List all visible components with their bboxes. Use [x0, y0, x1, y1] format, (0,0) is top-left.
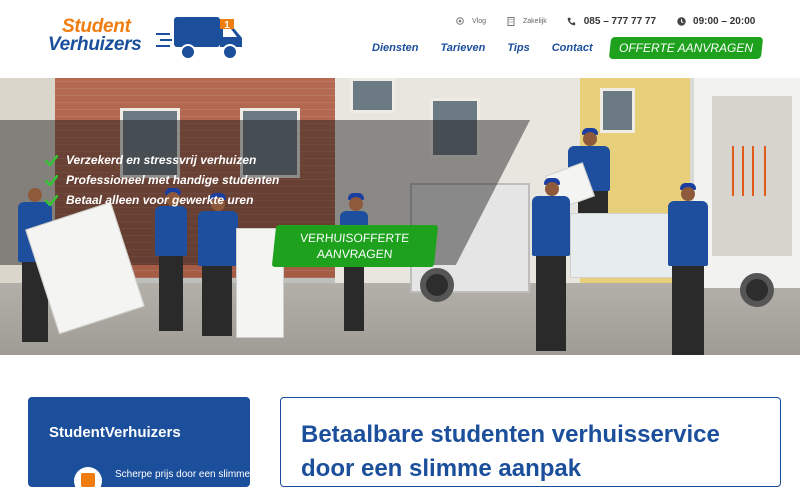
- logo-badge: 1: [224, 20, 230, 31]
- topbar-hours: 09:00 – 20:00: [676, 16, 755, 27]
- logo-text-verhuizers: Verhuizers: [48, 34, 142, 55]
- topbar-hours-label: 09:00 – 20:00: [693, 15, 756, 27]
- topbar-zakelijk[interactable]: Zakelijk: [506, 16, 547, 26]
- hero-cta-line1: VERHUISOFFERTE: [299, 231, 411, 245]
- topbar-vlog-label: Vlog: [472, 17, 487, 25]
- hero-window: [600, 88, 635, 133]
- verhuisofferte-aanvragen-button[interactable]: VERHUISOFFERTE AANVRAGEN: [271, 225, 439, 267]
- hero-feature-text: Betaal alleen voor gewerkte uren: [66, 193, 254, 207]
- logo[interactable]: Student Verhuizers 1: [48, 14, 244, 62]
- hero-feature-list: Verzekerd en stressvrij verhuizen Profes…: [44, 150, 279, 210]
- checkmark-icon: [44, 193, 58, 207]
- clock-icon: [676, 16, 686, 26]
- nav-contact[interactable]: Contact: [552, 42, 593, 54]
- nav-diensten[interactable]: Diensten: [372, 42, 418, 54]
- building-icon: [506, 16, 516, 26]
- topbar-phone-label: 085 – 777 77 77: [583, 15, 657, 27]
- hero-feature-text: Professioneel met handige studenten: [66, 173, 280, 187]
- site-header: Student Verhuizers 1 Vlog Zakelijk 085 –…: [0, 0, 800, 78]
- hero-truck-interior: [712, 96, 792, 256]
- hero-truck-strap: [752, 146, 754, 196]
- sidebar-card: StudentVerhuizers Scherpe prijs door een…: [28, 397, 251, 495]
- hero-truck-wheel: [420, 268, 454, 302]
- hero-wrapped-furniture: [570, 213, 680, 278]
- hero-cta-line2: AANVRAGEN: [316, 247, 394, 261]
- target-icon: [455, 16, 465, 26]
- hero-truck-strap: [764, 146, 766, 196]
- main-nav: Diensten Tarieven Tips Contact OFFERTE A…: [372, 37, 764, 59]
- price-tag-icon: [74, 467, 102, 495]
- nav-tips[interactable]: Tips: [507, 42, 529, 54]
- intro-card: Betaalbare studenten verhuisservice door…: [280, 397, 781, 487]
- nav-tarieven[interactable]: Tarieven: [440, 42, 485, 54]
- phone-icon: [567, 16, 577, 26]
- sidebar-card-title: StudentVerhuizers: [49, 424, 181, 441]
- topbar-zakelijk-label: Zakelijk: [523, 17, 547, 25]
- intro-heading: Betaalbare studenten verhuisservice door…: [301, 421, 720, 482]
- checkmark-icon: [44, 173, 58, 187]
- offerte-aanvragen-button[interactable]: OFFERTE AANVRAGEN: [608, 37, 764, 59]
- sidebar-card-item-text: Scherpe prijs door een slimme: [115, 469, 251, 480]
- topbar: Vlog Zakelijk 085 – 777 77 77 09:00 – 20…: [455, 14, 755, 28]
- hero-feature: Verzekerd en stressvrij verhuizen: [44, 150, 279, 170]
- hero-truck-strap: [742, 146, 744, 196]
- hero-feature: Professioneel met handige studenten: [44, 170, 279, 190]
- hero-banner: Verzekerd en stressvrij verhuizen Profes…: [0, 78, 800, 355]
- checkmark-icon: [44, 153, 58, 167]
- hero-window: [350, 78, 395, 113]
- topbar-phone[interactable]: 085 – 777 77 77: [567, 16, 656, 27]
- topbar-vlog[interactable]: Vlog: [455, 16, 486, 26]
- offerte-aanvragen-label: OFFERTE AANVRAGEN: [618, 41, 754, 55]
- hero-truck-wheel: [740, 273, 774, 307]
- hero-truck-strap: [732, 146, 734, 196]
- hero-feature-text: Verzekerd en stressvrij verhuizen: [66, 153, 257, 167]
- hero-feature: Betaal alleen voor gewerkte uren: [44, 190, 279, 210]
- moving-truck-icon: 1: [156, 17, 242, 60]
